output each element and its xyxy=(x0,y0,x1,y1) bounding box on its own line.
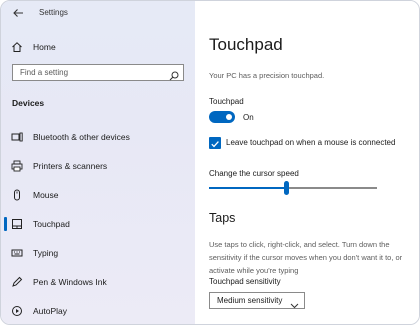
sensitivity-dropdown[interactable]: Medium sensitivity xyxy=(209,292,305,309)
sidebar-item-label: AutoPlay xyxy=(33,306,68,316)
sidebar-item-label: Bluetooth & other devices xyxy=(33,132,130,142)
section-heading: Devices xyxy=(12,98,45,108)
touchpad-toggle-label: Touchpad xyxy=(209,97,244,106)
autoplay-icon xyxy=(10,304,24,318)
title-bar: Settings xyxy=(1,1,195,27)
toggle-state-text: On xyxy=(243,113,254,122)
pen-icon xyxy=(10,275,24,289)
sidebar-item-pen[interactable]: Pen & Windows Ink xyxy=(1,269,195,295)
bluetooth-icon xyxy=(10,130,24,144)
sidebar-item-label: Typing xyxy=(33,248,59,258)
printer-icon xyxy=(10,159,24,173)
sidebar-item-mouse[interactable]: Mouse xyxy=(1,182,195,208)
slider-fill xyxy=(209,187,287,189)
cursor-speed-slider[interactable] xyxy=(209,181,377,195)
app-title: Settings xyxy=(39,8,68,17)
back-arrow-icon[interactable] xyxy=(11,6,25,20)
page-subtitle: Your PC has a precision touchpad. xyxy=(209,71,325,80)
sidebar-item-label: Printers & scanners xyxy=(33,161,108,171)
touchpad-icon xyxy=(10,217,24,231)
sidebar-item-label: Touchpad xyxy=(33,219,70,229)
sidebar: Settings Home Devices Bluetooth & other … xyxy=(1,1,195,324)
chevron-down-icon xyxy=(290,297,299,309)
toggle-knob xyxy=(226,114,232,120)
search-icon[interactable] xyxy=(169,68,179,81)
sidebar-item-label: Home xyxy=(33,42,56,52)
search-box[interactable] xyxy=(12,64,184,81)
checkmark-icon xyxy=(211,141,219,148)
keyboard-icon xyxy=(10,246,24,260)
page-title: Touchpad xyxy=(209,35,283,54)
cursor-speed-label: Change the cursor speed xyxy=(209,169,299,178)
home-icon xyxy=(10,40,24,54)
mouse-icon xyxy=(10,188,24,202)
sidebar-item-typing[interactable]: Typing xyxy=(1,240,195,266)
main-pane: Touchpad Your PC has a precision touchpa… xyxy=(195,1,419,324)
taps-description: Use taps to click, right-click, and sele… xyxy=(209,240,403,275)
checkbox-label: Leave touchpad on when a mouse is connec… xyxy=(226,138,396,147)
leave-touchpad-on-checkbox[interactable] xyxy=(209,137,221,149)
sidebar-item-autoplay[interactable]: AutoPlay xyxy=(1,298,195,324)
dropdown-value: Medium sensitivity xyxy=(217,296,283,305)
sensitivity-label: Touchpad sensitivity xyxy=(209,277,281,286)
slider-thumb[interactable] xyxy=(284,181,290,195)
sidebar-item-home[interactable]: Home xyxy=(1,34,195,60)
sidebar-item-label: Mouse xyxy=(33,190,59,200)
taps-heading: Taps xyxy=(209,211,236,225)
sidebar-item-label: Pen & Windows Ink xyxy=(33,277,107,287)
search-input[interactable] xyxy=(13,65,163,80)
settings-window: Settings Home Devices Bluetooth & other … xyxy=(0,0,420,325)
sidebar-item-printers[interactable]: Printers & scanners xyxy=(1,153,195,179)
touchpad-toggle[interactable] xyxy=(209,111,235,123)
sidebar-item-touchpad[interactable]: Touchpad xyxy=(1,211,195,237)
sidebar-item-bluetooth[interactable]: Bluetooth & other devices xyxy=(1,124,195,150)
